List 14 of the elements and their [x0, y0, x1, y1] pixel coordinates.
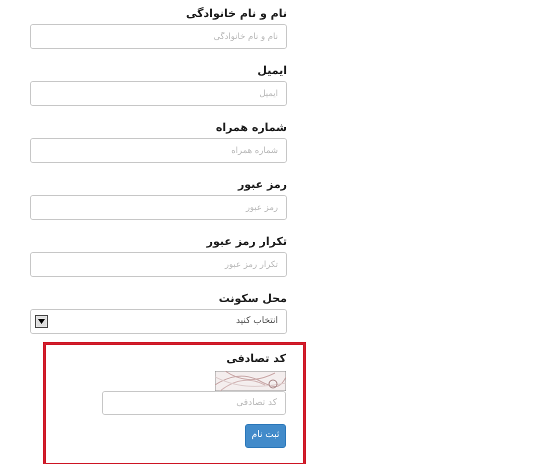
field-label: محل سکونت — [218, 291, 287, 307]
field-label: شماره همراه — [216, 120, 287, 136]
input-field[interactable]: ایمیل — [30, 81, 287, 106]
input-field[interactable]: کد تصادفی — [102, 391, 286, 415]
input-field[interactable]: رمز عبور — [30, 195, 287, 220]
input-field[interactable]: تکرار رمز عبور — [30, 252, 287, 277]
field-label: ایمیل — [257, 63, 287, 79]
field-label: کد تصادفی — [226, 351, 286, 367]
field-label: نام و نام خانوادگی — [186, 6, 287, 22]
field-label: تکرار رمز عبور — [206, 234, 287, 250]
submit-button[interactable]: ثبت نام — [245, 424, 286, 448]
input-field[interactable]: شماره همراه — [30, 138, 287, 163]
select-dropdown[interactable]: انتخاب کنید — [30, 309, 287, 334]
field-label: رمز عبور — [238, 177, 287, 193]
